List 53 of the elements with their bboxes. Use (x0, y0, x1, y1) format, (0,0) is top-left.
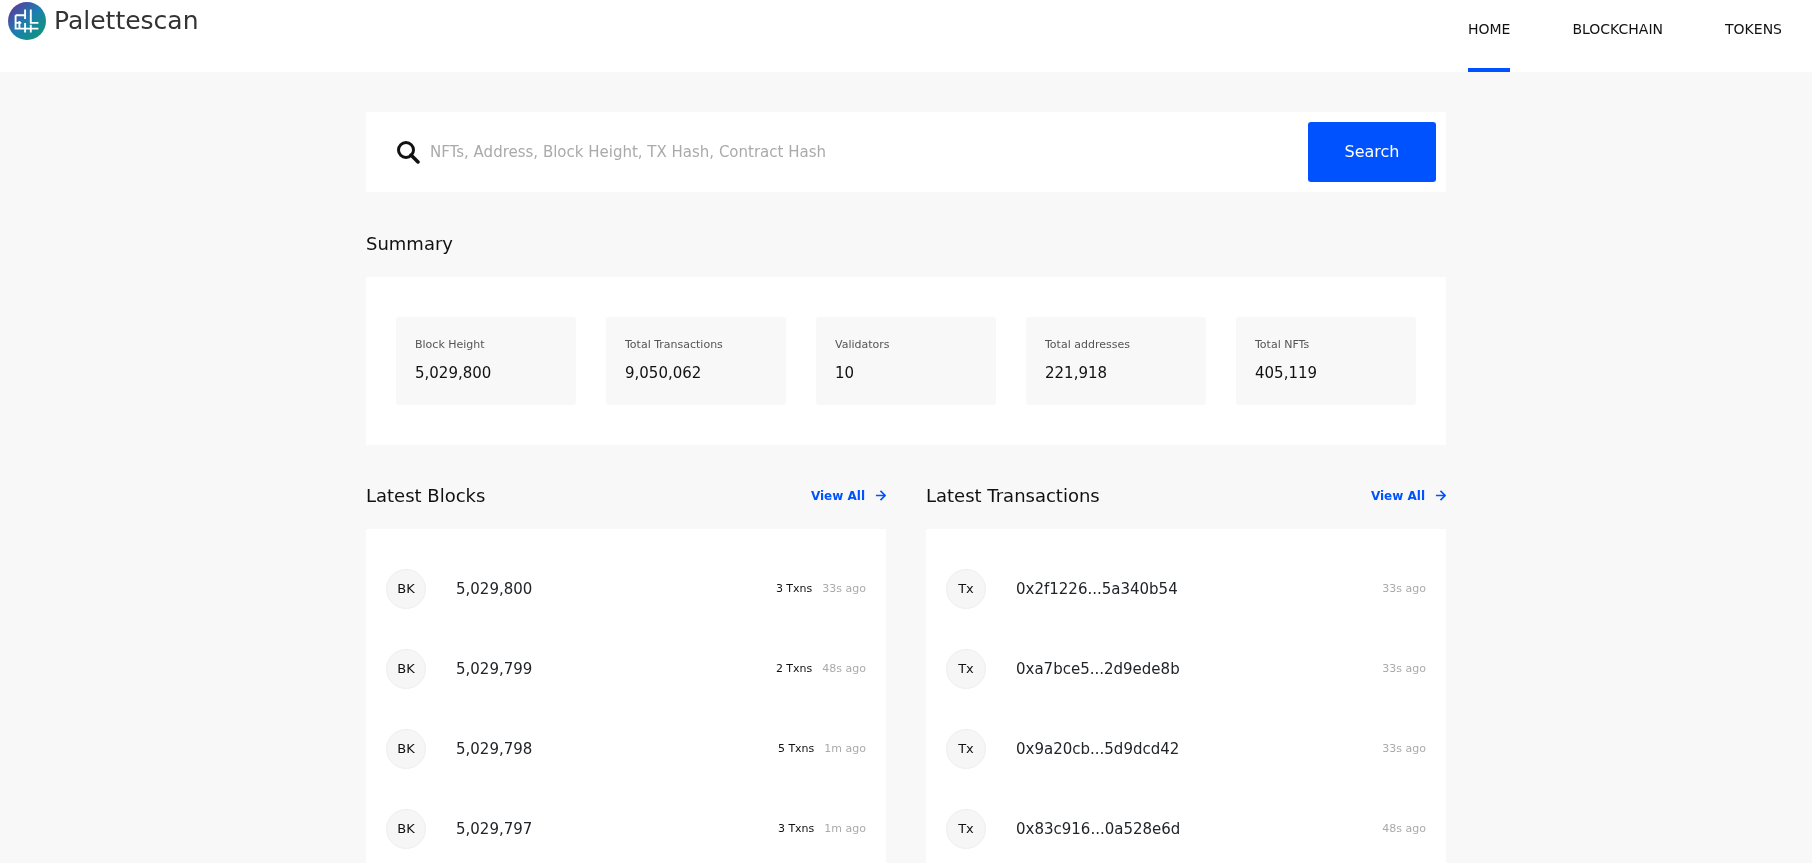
search-button[interactable]: Search (1308, 122, 1436, 182)
row-link[interactable]: 5,029,800 (456, 577, 776, 601)
section-title: Latest Transactions (926, 484, 1100, 508)
nav-link[interactable]: TOKENS (1725, 0, 1782, 72)
row-age: 48s ago (1382, 820, 1426, 837)
stat-label: Block Height (415, 337, 486, 353)
stat-value: 10 (835, 362, 856, 384)
nav-link[interactable]: HOME (1467, 0, 1511, 72)
row-age: 33s ago (1382, 660, 1426, 677)
txn-count: 2 Txns (775, 660, 813, 677)
row-link[interactable]: 0x2f1226...5a340b54 (1016, 577, 1383, 601)
view-all-link[interactable]: View All (810, 486, 886, 505)
row-age: 33s ago (822, 580, 866, 597)
stat-label: Total addresses (1045, 337, 1131, 353)
stat-label: Total NFTs (1255, 337, 1311, 353)
arrow-right-icon (875, 490, 886, 501)
row-link[interactable]: 5,029,798 (456, 737, 778, 761)
arrow-right-icon (1435, 490, 1446, 501)
section-title: Summary (366, 232, 454, 256)
search-bar[interactable]: NFTs, Address, Block Height, TX Hash, Contract Hash Search (366, 112, 1446, 192)
row-badge: BK (386, 729, 426, 769)
row-link[interactable]: 0x9a20cb...5d9dcd42 (1016, 737, 1383, 761)
section-title: Latest Blocks (366, 484, 486, 508)
stat-value: 221,918 (1045, 362, 1109, 384)
row-badge: Tx (946, 649, 986, 689)
stat-label: Total Transactions (625, 337, 724, 353)
txn-count: 5 Txns (777, 740, 815, 757)
brand-name: Palettescan (54, 5, 199, 38)
stat-value: 9,050,062 (625, 362, 703, 384)
row-badge: Tx (946, 569, 986, 609)
row-link[interactable]: 0xa7bce5...2d9ede8b (1016, 657, 1383, 681)
row-badge: BK (386, 809, 426, 849)
row-link[interactable]: 5,029,797 (456, 817, 778, 841)
row-badge: Tx (946, 729, 986, 769)
stat-label: Validators (835, 337, 891, 353)
row-link[interactable]: 5,029,799 (456, 657, 776, 681)
row-age: 33s ago (1382, 740, 1426, 757)
brand-link[interactable]: Palettescan (8, 0, 199, 72)
stat-value: 5,029,800 (415, 362, 493, 384)
row-badge: BK (386, 649, 426, 689)
view-all-link[interactable]: View All (1370, 486, 1446, 505)
row-link[interactable]: 0x83c916...0a528e6d (1016, 817, 1383, 841)
row-age: 48s ago (822, 660, 866, 677)
search-icon (396, 140, 420, 164)
txn-count: 3 Txns (775, 580, 813, 597)
nav-link[interactable]: BLOCKCHAIN (1572, 0, 1664, 72)
row-age: 33s ago (1382, 580, 1426, 597)
row-age: 1m ago (824, 820, 866, 837)
row-badge: Tx (946, 809, 986, 849)
row-age: 1m ago (824, 740, 866, 757)
txn-count: 3 Txns (777, 820, 815, 837)
row-badge: BK (386, 569, 426, 609)
stat-value: 405,119 (1255, 362, 1319, 384)
